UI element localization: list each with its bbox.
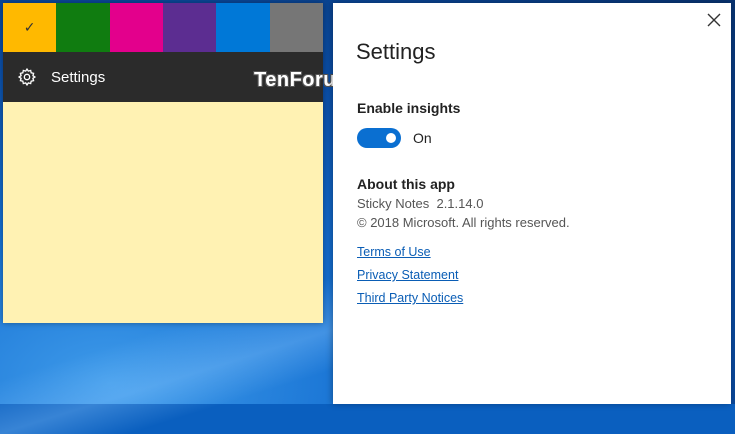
settings-menu-label: Settings	[51, 68, 106, 86]
about-heading: About this app	[357, 176, 455, 192]
close-icon	[707, 13, 721, 27]
color-swatch-yellow[interactable]: ✓	[3, 3, 57, 52]
color-swatch-purple[interactable]	[162, 3, 217, 52]
color-palette: ✓	[3, 3, 323, 52]
color-swatch-green[interactable]	[56, 3, 110, 52]
privacy-statement-link[interactable]: Privacy Statement	[357, 268, 458, 282]
insights-heading: Enable insights	[357, 100, 461, 116]
gear-icon	[17, 67, 37, 87]
toggle-knob	[386, 133, 396, 143]
app-version: Sticky Notes 2.1.14.0	[357, 196, 484, 211]
check-icon: ✓	[23, 19, 36, 36]
page-title: Settings	[356, 39, 436, 64]
color-swatch-pink[interactable]	[109, 3, 163, 52]
color-swatch-gray[interactable]	[269, 3, 323, 52]
terms-of-use-link[interactable]: Terms of Use	[357, 245, 431, 259]
third-party-notices-link[interactable]: Third Party Notices	[357, 291, 463, 305]
settings-panel: Settings Enable insights On About this a…	[333, 3, 731, 404]
color-swatch-blue[interactable]	[216, 3, 270, 52]
sticky-note[interactable]: ✓ Settings	[3, 3, 323, 323]
close-button[interactable]	[703, 9, 725, 31]
copyright-text: © 2018 Microsoft. All rights reserved.	[357, 215, 570, 230]
insights-state-label: On	[413, 130, 432, 146]
insights-toggle[interactable]	[357, 128, 401, 148]
